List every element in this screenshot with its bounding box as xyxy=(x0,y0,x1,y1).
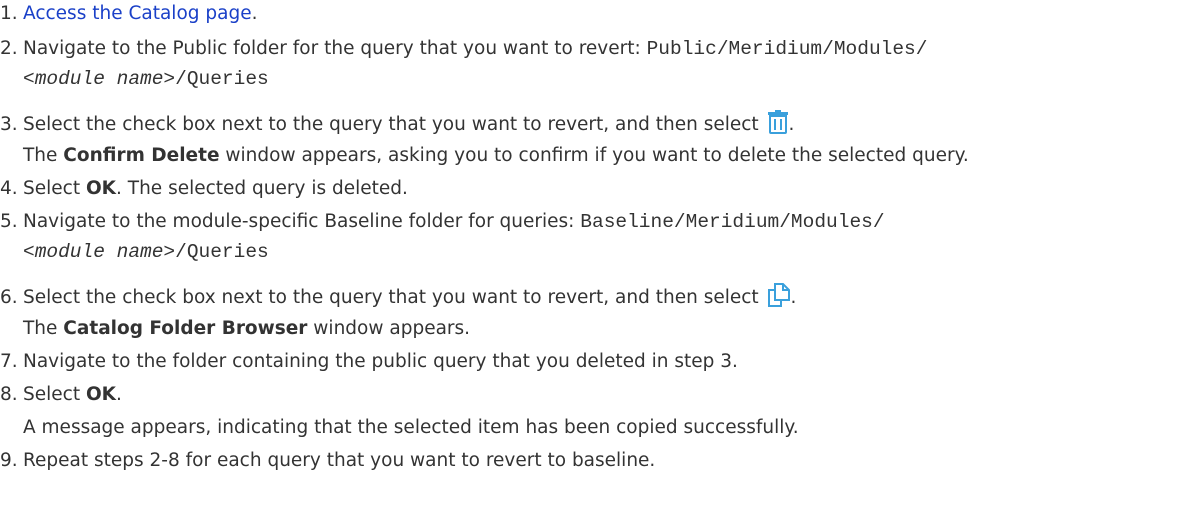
path-placeholder: <module name> xyxy=(23,241,176,263)
path-text: /Queries xyxy=(175,68,269,90)
step-number: 8. xyxy=(0,384,18,405)
step-text: Select the check box next to the query t… xyxy=(23,283,796,344)
step-text: Select OK. A message appears, indicating… xyxy=(23,380,799,443)
step-number: 2. xyxy=(0,38,18,59)
step-text: Select the check box next to the query t… xyxy=(23,110,969,171)
step-number: 4. xyxy=(0,178,18,199)
button-name: OK xyxy=(85,384,117,405)
dialog-name: Catalog Folder Browser xyxy=(63,318,308,339)
path-text: Baseline/Meridium/Modules/ xyxy=(580,211,885,233)
step-text: Navigate to the folder containing the pu… xyxy=(23,351,738,372)
path-placeholder: <module name> xyxy=(23,68,176,90)
step-text: Repeat steps 2-8 for each query that you… xyxy=(23,450,656,471)
step-number: 1. xyxy=(0,3,18,24)
step-number: 9. xyxy=(0,450,18,471)
step-text: Navigate to the Public folder for the qu… xyxy=(23,38,928,90)
step-text: Navigate to the module-specific Baseline… xyxy=(23,211,885,263)
step-text: Select OK. The selected query is deleted… xyxy=(23,178,408,199)
access-catalog-link[interactable]: Access the Catalog page xyxy=(23,3,252,24)
step-number: 3. xyxy=(0,114,18,135)
copy-icon xyxy=(767,283,791,317)
path-text: Public/Meridium/Modules/ xyxy=(646,38,928,60)
dialog-name: Confirm Delete xyxy=(63,145,220,166)
step-number: 5. xyxy=(0,211,18,232)
step-text: Access the Catalog page. xyxy=(23,3,258,24)
step-number: 6. xyxy=(0,287,18,308)
path-text: /Queries xyxy=(175,241,269,263)
step-result: A message appears, indicating that the s… xyxy=(23,417,799,438)
button-name: OK xyxy=(85,178,117,199)
trash-icon xyxy=(767,110,789,144)
step-number: 7. xyxy=(0,351,18,372)
